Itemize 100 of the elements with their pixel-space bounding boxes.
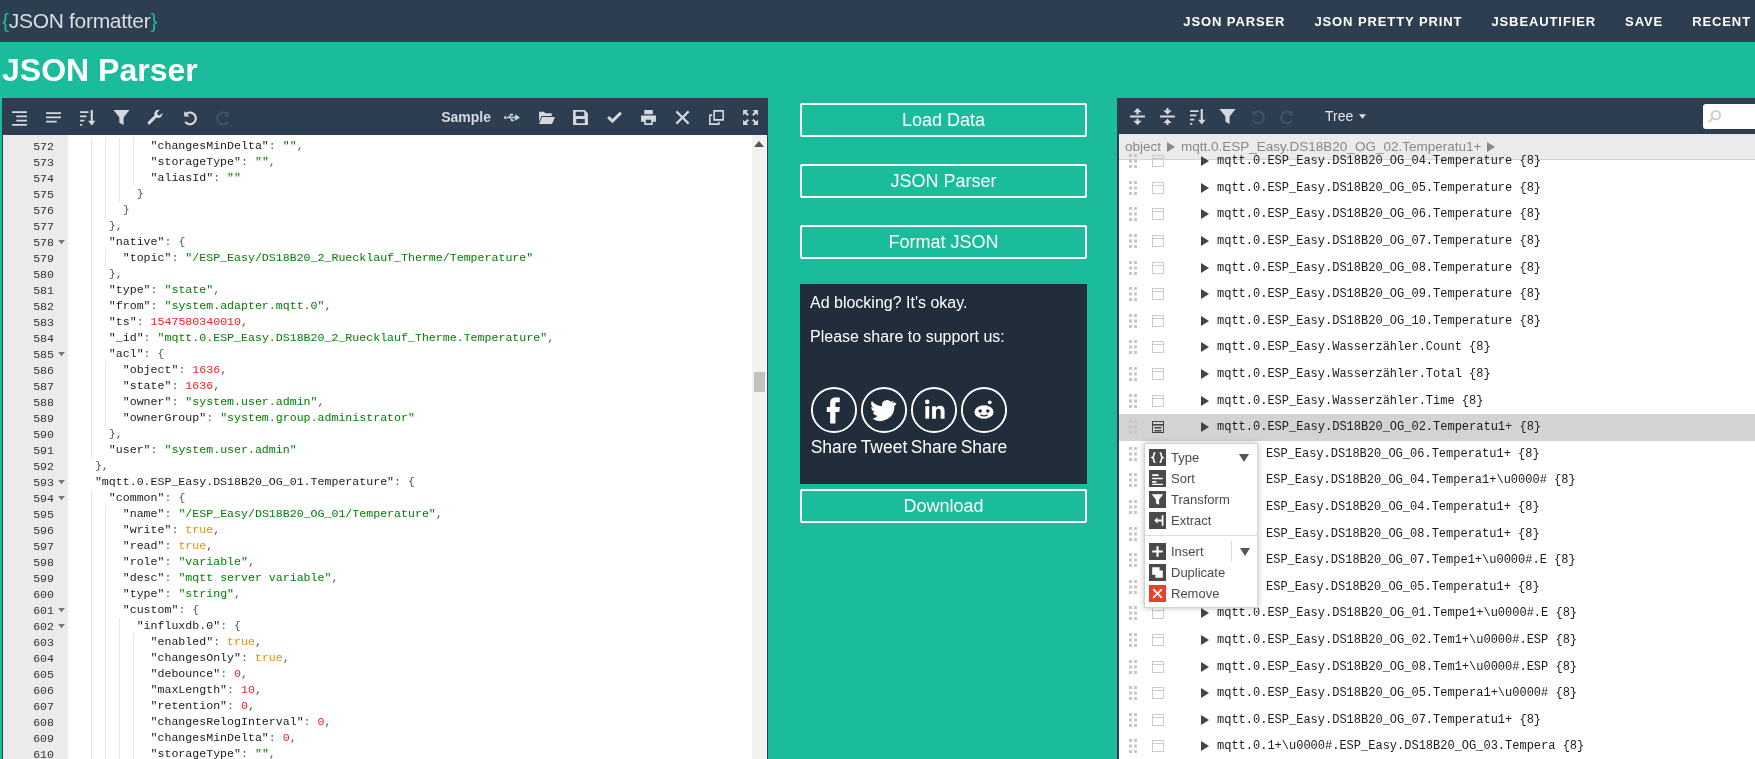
expand-arrow-icon[interactable] [1201, 661, 1209, 672]
menu-item[interactable]: Sort [1145, 468, 1257, 489]
drag-handle-icon[interactable] [1129, 500, 1137, 514]
code-line: "enabled": true, [149, 635, 262, 648]
nav-link[interactable]: SAVE [1625, 13, 1664, 29]
expand-arrow-icon[interactable] [1201, 369, 1209, 380]
expand-vertical-icon[interactable] [1129, 107, 1146, 125]
drag-handle-icon[interactable] [1129, 234, 1137, 249]
drag-handle-icon[interactable] [1129, 446, 1137, 461]
expand-arrow-icon[interactable] [1201, 395, 1209, 406]
expand-arrow-icon[interactable] [1201, 635, 1209, 645]
caret-icon[interactable] [1239, 547, 1250, 556]
drag-handle-icon[interactable] [1129, 260, 1137, 275]
nav-link[interactable]: RECENT [1692, 13, 1751, 29]
drag-handle-icon[interactable] [1129, 712, 1137, 727]
nav-link[interactable]: JSBEAUTIFIER [1491, 13, 1597, 29]
drag-handle-icon[interactable] [1129, 287, 1137, 302]
drag-handle-icon[interactable] [1129, 526, 1137, 541]
expand-arrow-icon[interactable] [1201, 714, 1209, 725]
share-link[interactable]: Tweet [860, 386, 908, 458]
share-link[interactable]: Share [910, 386, 958, 458]
menu-item[interactable]: Extract [1145, 510, 1257, 531]
line-number: 574 [33, 171, 54, 185]
context-menu-button[interactable] [1152, 421, 1164, 434]
expand-arrow-icon[interactable] [1201, 209, 1209, 220]
fold-arrow-icon[interactable] [57, 607, 65, 613]
caret-icon[interactable] [1239, 453, 1249, 462]
share-link[interactable]: Share [810, 386, 858, 458]
expand-arrow-icon[interactable] [1201, 608, 1209, 619]
close-icon [1149, 585, 1166, 602]
mode-dropdown[interactable]: Tree [1325, 108, 1367, 124]
expand-arrow-icon[interactable] [1201, 741, 1209, 752]
drag-handle-icon[interactable] [1129, 739, 1137, 754]
expand-arrow-icon[interactable] [1201, 289, 1209, 300]
drag-handle-icon[interactable] [1129, 686, 1137, 701]
filter-icon[interactable] [113, 108, 130, 126]
node-key: mqtt.0.ESP_Easy.DS18B20_OG_09.Temperature [1217, 287, 1513, 302]
collapse-vertical-icon[interactable] [1159, 107, 1176, 125]
fold-arrow-icon[interactable] [57, 623, 65, 629]
expand-arrow-icon[interactable] [1201, 262, 1209, 273]
line-number: 602 [33, 619, 54, 633]
drag-handle-icon[interactable] [1129, 340, 1137, 355]
line-number: 609 [33, 731, 54, 745]
menu-item[interactable]: Remove [1145, 583, 1257, 604]
expand-arrow-icon[interactable] [1201, 342, 1209, 353]
copy-icon[interactable] [708, 108, 725, 126]
fold-arrow-icon[interactable] [57, 495, 65, 501]
drag-handle-icon[interactable] [1129, 553, 1137, 568]
scrollbar-track[interactable] [752, 135, 767, 759]
line-number: 600 [33, 587, 54, 601]
drag-handle-icon[interactable] [1129, 154, 1137, 169]
menu-item[interactable]: Duplicate [1145, 562, 1257, 583]
fold-arrow-icon[interactable] [57, 351, 65, 357]
scroll-up-arrow-icon[interactable] [754, 141, 764, 147]
drag-handle-icon[interactable] [1129, 659, 1137, 674]
drag-handle-icon[interactable] [1129, 313, 1137, 328]
drag-handle-icon[interactable] [1129, 393, 1137, 408]
expand-arrow-icon[interactable] [1201, 688, 1209, 699]
sort-icon[interactable] [1189, 107, 1206, 125]
drag-handle-icon[interactable] [1129, 473, 1137, 488]
drag-handle-icon[interactable] [1129, 367, 1137, 382]
expand-arrow-icon[interactable] [1201, 156, 1209, 167]
close-icon[interactable] [674, 108, 691, 126]
selected-tree-row[interactable]: mqtt.0.ESP_Easy.DS18B20_OG_02.Temperatu1+ {8} [1119, 413, 1755, 441]
sample-button[interactable]: Sample [441, 109, 491, 125]
site-logo[interactable]: {JSON formatter} [0, 9, 158, 33]
nav-link[interactable]: JSON PARSER [1183, 13, 1286, 29]
menu-item[interactable]: Transform [1145, 489, 1257, 510]
sort-icon[interactable] [79, 108, 96, 126]
wrench-icon[interactable] [147, 108, 164, 126]
line-number: 589 [33, 411, 54, 425]
share-link[interactable]: Share [960, 386, 1008, 458]
node-key: mqtt.0.ESP_Easy.DS18B20_OG_04.Temperature [1217, 154, 1513, 169]
drag-handle-icon[interactable] [1129, 180, 1137, 195]
fold-arrow-icon[interactable] [57, 239, 65, 245]
item-count: {8} [1518, 579, 1540, 594]
menu-item[interactable]: Insert [1145, 541, 1231, 562]
drag-handle-icon[interactable] [1129, 207, 1137, 222]
item-count: {8} [1518, 500, 1540, 514]
nav-link[interactable]: JSON PRETTY PRINT [1314, 13, 1463, 29]
printer-icon[interactable] [640, 108, 657, 126]
expand-arrow-icon[interactable] [1201, 422, 1209, 433]
item-count: {8} [1519, 313, 1542, 328]
fold-arrow-icon[interactable] [57, 479, 65, 485]
line-number: 576 [33, 203, 54, 217]
drag-handle-icon[interactable] [1129, 633, 1137, 647]
drag-handle-icon[interactable] [1129, 579, 1137, 594]
code-line: "changesMinDelta": 0, [149, 731, 297, 744]
expand-arrows-icon[interactable] [742, 108, 759, 126]
undo-icon[interactable] [181, 108, 198, 126]
expand-arrow-icon[interactable] [1201, 315, 1209, 326]
filter-icon[interactable] [1219, 107, 1236, 125]
expand-arrow-icon[interactable] [1201, 236, 1209, 247]
menu-item[interactable]: Type [1145, 447, 1231, 468]
indented-lines-icon[interactable] [11, 108, 28, 126]
search-field[interactable] [1703, 103, 1755, 129]
drag-handle-icon[interactable] [1129, 606, 1137, 621]
scrollbar-thumb[interactable] [754, 372, 765, 392]
expand-arrow-icon[interactable] [1201, 182, 1209, 193]
line-number: 580 [33, 267, 54, 281]
